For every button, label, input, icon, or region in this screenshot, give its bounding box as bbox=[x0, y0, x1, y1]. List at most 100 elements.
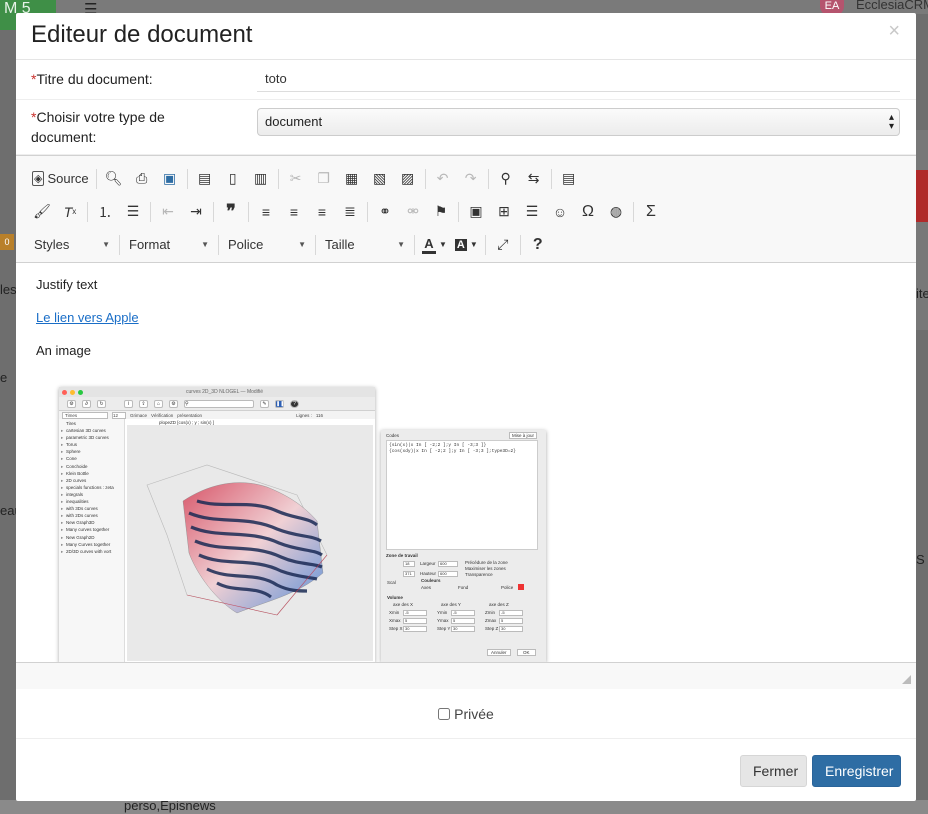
resize-handle-icon[interactable] bbox=[902, 675, 911, 684]
horizontal-line-icon[interactable]: ☰ bbox=[518, 200, 546, 224]
outdent-icon[interactable]: ⇤ bbox=[154, 200, 182, 224]
chevron-down-icon: ▼ bbox=[298, 240, 306, 249]
align-center-icon[interactable]: ≡ bbox=[280, 200, 308, 224]
align-right-icon[interactable]: ≡ bbox=[308, 200, 336, 224]
embedded-axis-group: axe des Y bbox=[441, 602, 461, 607]
title-label-text: Titre du document: bbox=[36, 71, 153, 87]
document-type-select[interactable]: document ▴ ▾ bbox=[257, 108, 900, 136]
close-icon[interactable]: × bbox=[888, 20, 900, 43]
export-pdf-icon[interactable]: ▥ bbox=[247, 167, 275, 191]
link-icon[interactable]: ⚭ bbox=[371, 200, 399, 224]
list-item: ▸ cartesian 3D curves bbox=[61, 428, 106, 434]
list-item: ▸ 2D/3D curves with vort bbox=[61, 548, 112, 554]
maximize-icon[interactable]: ⤢ bbox=[489, 233, 517, 257]
embedded-image[interactable]: curves 2D_3D NLOGEL — Modifié ⚙ ∂ ↻ i ⇪ … bbox=[59, 387, 546, 663]
find-icon[interactable]: ⚲ bbox=[492, 167, 520, 191]
copy-format-icon[interactable]: 🖌︎ bbox=[28, 200, 56, 224]
apple-link[interactable]: Le lien vers Apple bbox=[36, 310, 139, 325]
text-color-label: A bbox=[424, 235, 434, 251]
embedded-codes-label: Codes bbox=[386, 433, 400, 438]
select-all-icon[interactable]: ▤ bbox=[555, 167, 583, 191]
background-fragment: les bbox=[0, 282, 17, 297]
toolbar-separator bbox=[150, 201, 151, 222]
templates-icon[interactable]: ▤ bbox=[191, 167, 219, 191]
embedded-field: 5 bbox=[403, 618, 427, 624]
embedded-field: 600 bbox=[438, 571, 458, 577]
background-fragment: e bbox=[0, 370, 8, 385]
font-combo-label: Police bbox=[228, 237, 264, 252]
remove-format-icon[interactable]: Tx bbox=[56, 200, 84, 224]
new-page-icon[interactable]: ▯ bbox=[219, 167, 247, 191]
unlink-icon[interactable]: ⚮ bbox=[399, 200, 427, 224]
preview-icon[interactable]: 🔍︎ bbox=[100, 167, 128, 191]
bg-color-button[interactable]: A ▼ bbox=[451, 233, 482, 257]
font-combo[interactable]: Police ▼ bbox=[222, 233, 312, 257]
numbered-list-icon[interactable]: ⒈ bbox=[91, 200, 119, 224]
embedded-field: 18 bbox=[403, 561, 415, 567]
iframe-globe-icon[interactable]: ◍ bbox=[602, 200, 630, 224]
anchor-flag-icon[interactable]: ⚑ bbox=[427, 200, 455, 224]
list-item: ▸ New Graph3D bbox=[61, 520, 95, 526]
paste-icon[interactable]: ▦ bbox=[338, 167, 366, 191]
text-color-icon: A bbox=[422, 236, 436, 254]
toolbar-separator bbox=[218, 234, 219, 255]
embedded-toolbar: ⚙ ∂ ↻ i ⇪ ⌂ ⚙ ⚲ ✎ ❚❚ ? bbox=[59, 397, 375, 411]
special-char-icon[interactable]: Ω bbox=[574, 200, 602, 224]
smiley-icon[interactable]: ☺ bbox=[546, 200, 574, 224]
paste-text-icon[interactable]: ▧ bbox=[366, 167, 394, 191]
minimize-dot-icon bbox=[70, 389, 75, 395]
bulleted-list-icon[interactable]: ☰ bbox=[119, 200, 147, 224]
embedded-titlebar: curves 2D_3D NLOGEL — Modifié bbox=[59, 387, 375, 397]
embedded-check: Vérification bbox=[151, 412, 174, 418]
toolbar-separator bbox=[95, 168, 97, 189]
justify-icon[interactable]: ≣ bbox=[336, 200, 364, 224]
private-checkbox[interactable] bbox=[438, 707, 451, 720]
list-item: ▸ Sphere bbox=[61, 449, 81, 455]
indent-icon[interactable]: ⇥ bbox=[182, 200, 210, 224]
embedded-fontbar: Times 12 Grimace Vérification présentati… bbox=[59, 411, 375, 419]
paste-word-icon[interactable]: ▨ bbox=[394, 167, 422, 191]
toolbar-separator bbox=[87, 201, 88, 222]
text-color-button[interactable]: A ▼ bbox=[418, 233, 451, 257]
table-icon[interactable]: ⊞ bbox=[490, 200, 518, 224]
embedded-search: ⚲ bbox=[184, 399, 254, 408]
source-icon: ◈ bbox=[32, 171, 45, 186]
help-icon[interactable]: ? bbox=[524, 233, 552, 257]
save-icon[interactable]: ▣ bbox=[156, 167, 184, 191]
save-button[interactable]: Enregistrer bbox=[812, 755, 901, 787]
title-label: *Titre du document: bbox=[31, 69, 153, 89]
size-combo[interactable]: Taille ▼ bbox=[319, 233, 411, 257]
chevron-down-icon: ▼ bbox=[201, 240, 209, 249]
embedded-volume: Volume bbox=[387, 595, 403, 600]
source-label: Source bbox=[47, 171, 89, 186]
close-button[interactable]: Fermer bbox=[740, 755, 807, 787]
math-sigma-icon[interactable]: Σ bbox=[637, 200, 665, 224]
toolbar-separator bbox=[487, 168, 489, 189]
title-input[interactable] bbox=[257, 66, 900, 92]
gear-icon: ⚙ bbox=[67, 399, 76, 408]
align-left-icon[interactable]: ≡ bbox=[252, 200, 280, 224]
source-button[interactable]: ◈ Source bbox=[28, 167, 93, 191]
cut-icon[interactable]: ✂ bbox=[282, 167, 310, 191]
editor-content[interactable]: Justify text Le lien vers Apple An image… bbox=[16, 263, 916, 663]
styles-combo-label: Styles bbox=[34, 237, 70, 252]
list-item: ▸ Klein Bottle bbox=[61, 470, 89, 476]
embedded-field: -5 bbox=[451, 610, 475, 616]
embedded-check: Précédure de la zone bbox=[465, 560, 508, 565]
toolbar-separator bbox=[458, 201, 459, 222]
list-item: Tires bbox=[66, 421, 76, 426]
bg-color-icon: A bbox=[454, 238, 467, 251]
replace-icon[interactable]: ⇆ bbox=[520, 167, 548, 191]
undo-icon[interactable]: ↶ bbox=[429, 167, 457, 191]
toolbar-separator bbox=[315, 234, 316, 255]
styles-combo[interactable]: Styles ▼ bbox=[28, 233, 116, 257]
toolbar-separator bbox=[519, 234, 521, 255]
print-icon[interactable]: ⎙ bbox=[128, 167, 156, 191]
copy-icon[interactable]: ❐ bbox=[310, 167, 338, 191]
image-icon[interactable]: ▣ bbox=[462, 200, 490, 224]
blockquote-icon[interactable]: ❞ bbox=[217, 200, 245, 224]
format-combo[interactable]: Format ▼ bbox=[123, 233, 215, 257]
redo-icon[interactable]: ↷ bbox=[457, 167, 485, 191]
embedded-sidebar: Tires ▸ cartesian 3D curves ▸ parametric 3… bbox=[59, 419, 125, 663]
toolbar-separator bbox=[414, 234, 415, 255]
